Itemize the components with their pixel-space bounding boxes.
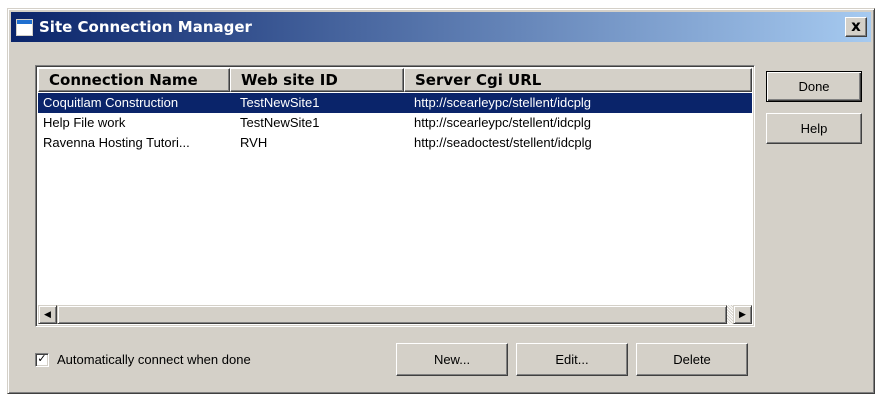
column-header-connection-name[interactable]: Connection Name <box>38 68 230 92</box>
done-button[interactable]: Done <box>766 71 862 102</box>
scrollbar-thumb[interactable] <box>57 305 727 324</box>
help-button-label: Help <box>800 121 828 136</box>
site-connection-manager-dialog: Site Connection Manager x Connection Nam… <box>7 8 875 394</box>
new-button[interactable]: New... <box>396 343 508 376</box>
scroll-right-icon[interactable]: ▶ <box>733 305 752 324</box>
done-button-label: Done <box>798 79 830 94</box>
column-header-web-site-id[interactable]: Web site ID <box>230 68 404 92</box>
title-bar[interactable]: Site Connection Manager x <box>11 12 871 42</box>
window-title: Site Connection Manager <box>39 18 252 36</box>
web-site-id-cell: RVH <box>240 135 268 150</box>
list-header: Connection Name Web site ID Server Cgi U… <box>38 68 752 92</box>
server-cgi-url-cell: http://seadoctest/stellent/idcplg <box>414 135 592 150</box>
list-body: Coquitlam Construction TestNewSite1 http… <box>38 93 752 305</box>
edit-button-label: Edit... <box>555 352 589 367</box>
close-button[interactable]: x <box>845 17 867 37</box>
connections-list[interactable]: Connection Name Web site ID Server Cgi U… <box>35 65 755 327</box>
connection-name-cell: Coquitlam Construction <box>43 95 179 110</box>
scroll-left-icon[interactable]: ◀ <box>38 305 57 324</box>
table-row[interactable]: Ravenna Hosting Tutori... RVH http://sea… <box>38 133 752 153</box>
new-button-label: New... <box>433 352 471 367</box>
connection-name-cell: Help File work <box>43 115 126 130</box>
horizontal-scrollbar[interactable]: ◀ ▶ <box>38 305 752 324</box>
connection-name-cell: Ravenna Hosting Tutori... <box>43 135 190 150</box>
auto-connect-checkbox[interactable]: ✓ <box>35 352 49 367</box>
auto-connect-label[interactable]: Automatically connect when done <box>57 352 251 367</box>
edit-button[interactable]: Edit... <box>516 343 628 376</box>
column-header-server-cgi-url[interactable]: Server Cgi URL <box>404 68 752 92</box>
server-cgi-url-cell: http://scearleypc/stellent/idcplg <box>414 115 592 130</box>
web-site-id-cell: TestNewSite1 <box>240 95 320 110</box>
web-site-id-cell: TestNewSite1 <box>240 115 320 130</box>
help-button[interactable]: Help <box>766 113 862 144</box>
table-row[interactable]: Help File work TestNewSite1 http://scear… <box>38 113 752 133</box>
server-cgi-url-cell: http://scearleypc/stellent/idcplg <box>414 95 592 110</box>
delete-button[interactable]: Delete <box>636 343 748 376</box>
table-row[interactable]: Coquitlam Construction TestNewSite1 http… <box>38 93 752 113</box>
delete-button-label: Delete <box>673 352 711 367</box>
auto-connect-option[interactable]: ✓ Automatically connect when done <box>35 352 251 367</box>
window-app-icon <box>16 18 33 36</box>
